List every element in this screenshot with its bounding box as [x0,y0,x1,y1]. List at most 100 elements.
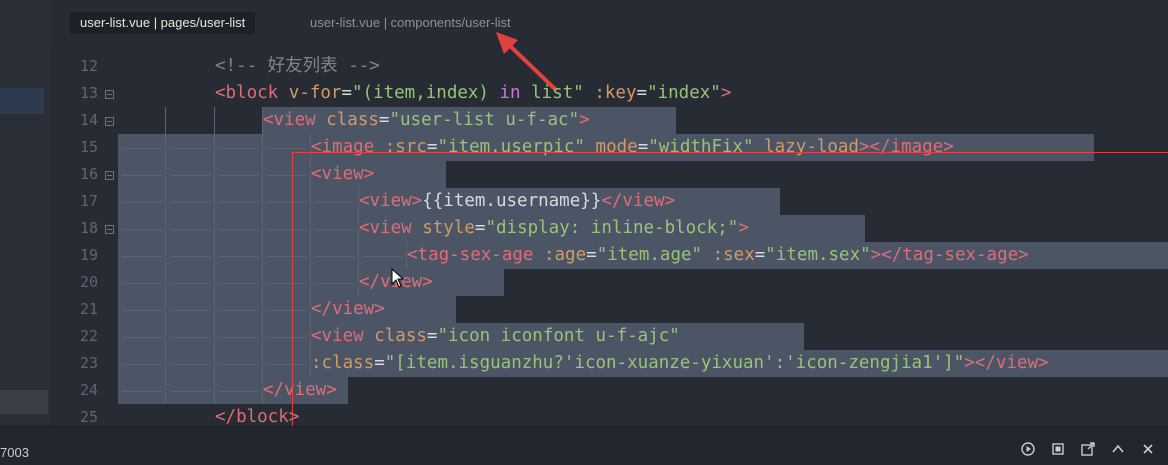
whitespace-marker [315,202,355,203]
code-line[interactable]: <view> [311,161,374,188]
line-number: 17 [79,192,98,210]
code-line[interactable]: <view class="icon iconfont u-f-ajc" [311,323,680,350]
code-token: = [636,83,648,103]
mouse-cursor-icon [391,268,405,288]
code-line[interactable]: <!-- 好友列表 --> [215,53,380,80]
indent-guide [165,134,166,161]
code-token: "user-list u-f-ac" [389,110,580,130]
code-token: = [474,218,486,238]
fold-toggle-icon[interactable] [105,225,114,234]
code-token: = [586,245,597,265]
indent-guide [358,242,359,269]
code-token: :class [311,353,375,373]
whitespace-marker [171,148,211,149]
code-token: list" [520,83,584,103]
line-number: 24 [79,381,98,399]
code-token: <view [311,326,364,346]
sidebar-item[interactable] [0,390,48,414]
whitespace-marker [171,256,211,257]
code-token: ></tag-sex-age> [870,245,1029,265]
whitespace-marker [122,175,162,176]
whitespace-marker [267,283,307,284]
indent-guide [214,134,215,161]
code-line[interactable]: <tag-sex-age :age="item.age" :sex="item.… [407,242,1029,269]
whitespace-marker [122,256,162,257]
indent-guide [165,215,166,242]
indent-guide [262,242,263,269]
indent-guide [214,323,215,350]
code-line[interactable]: :class="[item.isguanzhu?'icon-xuanze-yix… [311,350,1049,377]
close-icon[interactable] [1140,441,1156,457]
indent-guide [214,161,215,188]
indent-guide [310,242,311,269]
code-line[interactable]: <image :src="item.userpic" mode="widthFi… [311,134,954,161]
fold-toggle-icon[interactable] [105,90,114,99]
tab-pages-user-list[interactable]: user-list.vue | pages/user-list [70,12,256,34]
whitespace-marker [219,337,259,338]
code-token: </block> [215,407,300,427]
whitespace-marker [122,148,162,149]
code-token: <view> [359,191,423,211]
sidebar-selected-item[interactable] [0,88,44,114]
stop-square-icon[interactable] [1050,441,1066,457]
code-token: = [754,245,766,265]
whitespace-marker [267,229,307,230]
indent-guide [310,215,311,242]
whitespace-marker [267,337,307,338]
code-line[interactable]: <block v-for="(item,index) in list" :key… [215,80,731,107]
code-token: :key [594,83,637,103]
code-token: {{item.username}} [422,191,602,211]
line-number: 19 [79,246,98,264]
indent-guide [165,269,166,296]
play-circle-icon[interactable] [1020,441,1036,457]
code-token: <view [263,110,316,130]
tab-components-user-list[interactable]: user-list.vue | components/user-list [300,12,521,34]
code-token: "item.userpic" [437,137,585,157]
whitespace-marker [315,229,355,230]
indent-guide [214,377,215,404]
code-token: class [374,326,427,346]
whitespace-marker [315,256,355,257]
export-icon[interactable] [1080,441,1096,457]
indent-guide [262,350,263,377]
code-line[interactable]: <view class="user-list u-f-ac"> [263,107,590,134]
code-token: <block [215,83,279,103]
code-line[interactable]: </view> [263,377,337,404]
code-token: > [720,83,732,103]
code-line[interactable]: </view> [311,296,385,323]
code-token: = [637,137,649,157]
code-token: "item.age" [596,245,703,265]
whitespace-marker [122,364,162,365]
whitespace-marker [219,229,259,230]
line-number: 12 [79,57,98,75]
whitespace-marker [267,175,307,176]
whitespace-marker [122,283,162,284]
code-token: > [738,218,749,238]
whitespace-marker [267,364,307,365]
code-line[interactable]: <view style="display: inline-block;"> [359,215,749,242]
indent-guide [214,215,215,242]
code-token: = [426,137,438,157]
chevron-up-icon[interactable] [1110,441,1126,457]
code-editor[interactable]: 12 13 14 15 16 17 18 19 20 21 22 23 24 25 <!-- 好友列表 -… [52,48,1168,451]
fold-toggle-icon[interactable] [105,171,114,180]
code-line[interactable]: <view>{{item.username}}</view> [359,188,675,215]
indent-guide [262,188,263,215]
line-number: 23 [79,354,98,372]
whitespace-marker [219,256,259,257]
indent-guide [165,161,166,188]
line-gutter: 12 13 14 15 16 17 18 19 20 21 22 23 24 25 [52,48,118,426]
fold-toggle-icon[interactable] [105,117,114,126]
code-token: = [378,110,390,130]
code-token: class [326,110,379,130]
indent-guide [165,242,166,269]
indent-guide [214,269,215,296]
whitespace-marker [171,310,211,311]
whitespace-marker [171,337,211,338]
whitespace-marker [171,175,211,176]
line-number: 20 [79,273,98,291]
